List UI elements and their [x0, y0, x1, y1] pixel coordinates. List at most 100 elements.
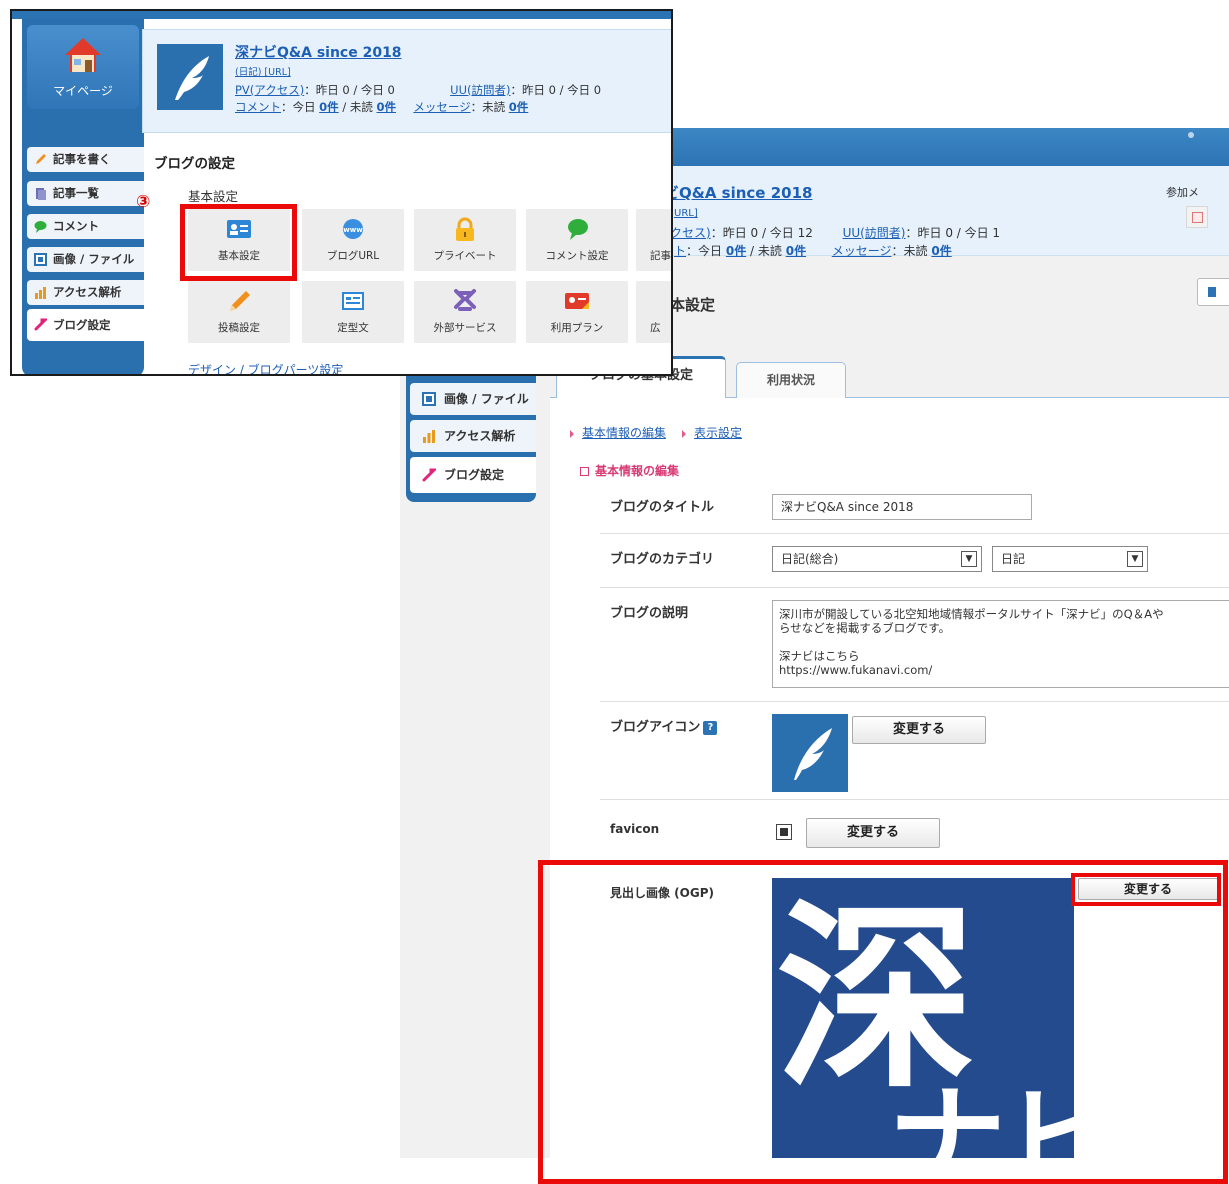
- edge-button[interactable]: [1197, 278, 1229, 306]
- uu-link[interactable]: UU(訪問者): [843, 226, 906, 240]
- change-icon-button[interactable]: 変更する: [852, 716, 986, 744]
- tile-templates[interactable]: 定型文: [302, 281, 404, 343]
- sidebar-item-images[interactable]: 画像 / ファイル: [27, 247, 144, 272]
- sidebar-item-label: アクセス解析: [444, 429, 516, 443]
- message-link[interactable]: メッセージ: [832, 244, 892, 258]
- tile-label: 外部サービス: [433, 322, 497, 334]
- design-settings-link[interactable]: デザイン / ブログパーツ設定: [188, 361, 343, 374]
- sidebar-item-images[interactable]: 画像 / ファイル: [410, 383, 536, 415]
- icon-label: ブログアイコン?: [610, 716, 718, 735]
- sidebar-item-label: ブログ設定: [53, 318, 111, 332]
- tile-label: 利用プラン: [550, 322, 604, 334]
- sidebar-item-label: アクセス解析: [53, 285, 122, 299]
- uu-link[interactable]: UU(訪問者): [450, 83, 510, 97]
- category-row: ブログのカテゴリ 日記(総合) ▼ 日記 ▼: [600, 534, 1229, 588]
- message-unread-count[interactable]: 0件: [931, 244, 951, 258]
- tile-post-settings[interactable]: 投稿設定: [188, 281, 290, 343]
- comment-link[interactable]: ト: [674, 244, 686, 258]
- ogp-highlight-frame: [538, 860, 1228, 1184]
- category-label: ブログのカテゴリ: [610, 552, 715, 567]
- mypage-button[interactable]: マイページ: [27, 25, 139, 109]
- comment-stats: コメント：今日 0件 / 未読 0件 メッセージ：未読 0件: [235, 100, 529, 114]
- sidebar-item-blog-settings[interactable]: ブログ設定: [410, 457, 536, 493]
- pencil-icon: [36, 154, 46, 164]
- description-textarea[interactable]: 深川市が開設している北空知地域情報ポータルサイト「深ナビ」のQ＆Aや らせなどを…: [772, 600, 1229, 688]
- house-icon: [65, 38, 101, 72]
- link-basic-info[interactable]: 基本情報の編集: [582, 426, 666, 440]
- message-link[interactable]: メッセージ: [413, 100, 470, 114]
- speech-bubble-icon: [568, 219, 588, 240]
- feather-icon: [175, 56, 209, 100]
- template-icon: [342, 292, 364, 310]
- url-link[interactable]: URL]: [674, 208, 698, 219]
- category-main-select[interactable]: 日記(総合) ▼: [772, 546, 982, 572]
- pv-stats: クセス)：昨日 0 / 今日 12 UU(訪問者)：昨日 0 / 今日 1: [670, 226, 1001, 240]
- tile-label: コメント設定: [545, 250, 609, 262]
- comment-unread-count[interactable]: 0件: [786, 244, 806, 258]
- section-title: 基本情報の編集: [580, 462, 679, 479]
- mypage-label: マイページ: [53, 84, 113, 98]
- comment-link[interactable]: コメント: [235, 100, 281, 114]
- tab-usage[interactable]: 利用状況: [736, 362, 846, 398]
- pv-link[interactable]: クセス): [670, 226, 711, 240]
- sidebar-item-blog-settings[interactable]: ブログ設定: [27, 309, 149, 341]
- tile-blog-url[interactable]: www ブログURL: [302, 209, 404, 271]
- favicon-row: favicon 変更する: [600, 800, 1229, 862]
- page-title: 本設定: [670, 296, 716, 314]
- tile-ads[interactable]: 広: [636, 281, 671, 343]
- sidebar-item-write[interactable]: 記事を書く: [27, 147, 144, 172]
- blog-title-input[interactable]: 深ナビQ&A since 2018: [772, 494, 1032, 520]
- ogp-button-highlight-frame: [1071, 873, 1221, 906]
- tile-article-settings[interactable]: 記事: [636, 209, 671, 271]
- chart-icon: [423, 430, 435, 443]
- blog-header: 深ナビQ&A since 2018 (日記) [URL] PV(アクセス)：昨日…: [142, 29, 671, 133]
- tile-external-services[interactable]: 外部サービス: [414, 281, 516, 343]
- sidebar-item-analytics[interactable]: アクセス解析: [27, 280, 144, 305]
- member-thumbnail[interactable]: [1186, 206, 1208, 228]
- message-unread-count[interactable]: 0件: [509, 100, 529, 114]
- help-icon[interactable]: ?: [703, 721, 718, 735]
- pv-stats: PV(アクセス)：昨日 0 / 今日 0 UU(訪問者)：昨日 0 / 今日 0: [235, 83, 602, 97]
- tile-comment-settings[interactable]: コメント設定: [526, 209, 628, 271]
- settings-heading: ブログの設定: [154, 156, 235, 172]
- title-label: ブログのタイトル: [610, 500, 715, 515]
- sidebar-item-analytics[interactable]: アクセス解析: [410, 420, 536, 452]
- comment-today-count[interactable]: 0件: [319, 100, 339, 114]
- sidebar-item-label: コメント: [53, 219, 99, 233]
- comment-stats: ト：今日 0件 / 未読 0件 メッセージ：未読 0件: [674, 244, 952, 258]
- link-display-settings[interactable]: 表示設定: [694, 426, 742, 440]
- blog-avatar: [157, 44, 223, 110]
- comment-unread-count[interactable]: 0件: [377, 100, 397, 114]
- lock-icon: [456, 217, 474, 241]
- basic-settings-highlight-frame: [180, 204, 297, 281]
- change-favicon-button[interactable]: 変更する: [806, 818, 940, 848]
- member-label: 参加メ: [1166, 186, 1199, 199]
- sidebar: マイページ 記事を書く 記事一覧 コメント 画像 / ファイル アクセス解析 ブ…: [22, 19, 149, 374]
- description-row: ブログの説明 深川市が開設している北空知地域情報ポータルサイト「深ナビ」のQ＆A…: [600, 588, 1229, 702]
- sidebar-item-label: ブログ設定: [444, 468, 505, 482]
- blog-title-link[interactable]: 深ナビQ&A since 2018: [235, 42, 402, 62]
- comment-today-count[interactable]: 0件: [726, 244, 746, 258]
- category-sub-select[interactable]: 日記 ▼: [992, 546, 1148, 572]
- tile-label: 定型文: [337, 322, 369, 334]
- speech-bubble-icon: [34, 221, 47, 233]
- category-url-links[interactable]: (日記) [URL]: [235, 64, 291, 78]
- image-icon: [34, 253, 47, 266]
- plan-card-icon: [565, 293, 589, 309]
- tile-private[interactable]: プライベート: [414, 209, 516, 271]
- pv-link[interactable]: PV(アクセス): [235, 83, 304, 97]
- chevron-down-icon: ▼: [1127, 551, 1143, 567]
- tile-plan[interactable]: 利用プラン: [526, 281, 628, 343]
- sidebar-item-articles[interactable]: 記事一覧: [27, 181, 144, 206]
- blog-icon-image: [772, 714, 848, 792]
- bar-marker: [1188, 132, 1194, 138]
- image-icon: [422, 392, 436, 406]
- puzzle-icon: [454, 289, 476, 311]
- pencil-icon: [230, 291, 250, 311]
- feather-icon: [794, 728, 832, 780]
- blog-title-link[interactable]: ビQ&A since 2018: [664, 182, 812, 203]
- step-marker: ③: [136, 192, 151, 212]
- sidebar-item-label: 画像 / ファイル: [53, 252, 135, 266]
- tile-label: 投稿設定: [218, 322, 260, 334]
- sidebar-item-comments[interactable]: コメント: [27, 214, 144, 239]
